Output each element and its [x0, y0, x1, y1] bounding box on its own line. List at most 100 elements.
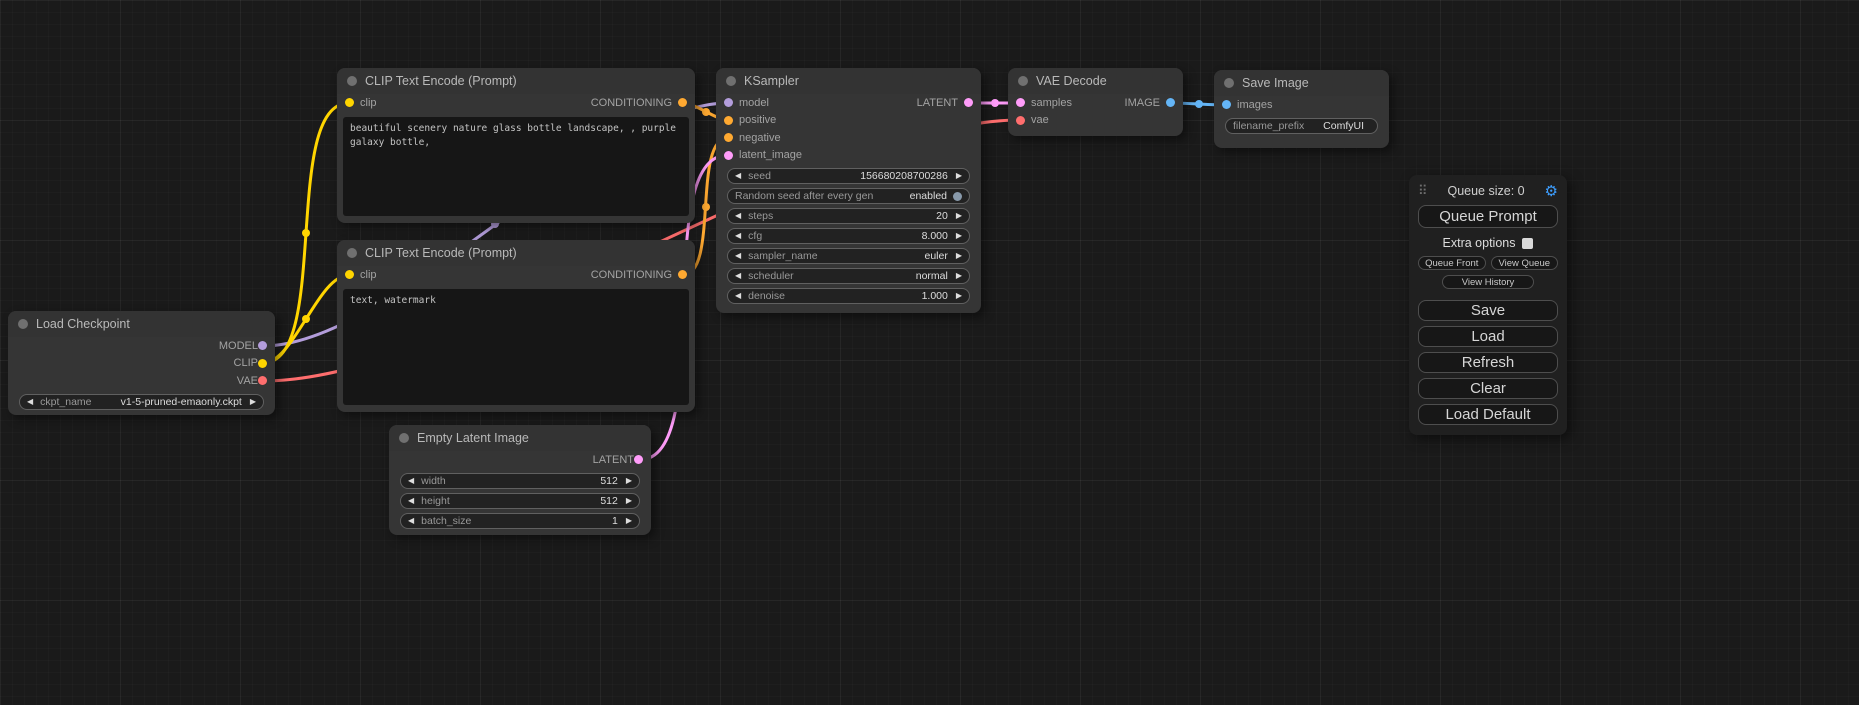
positive-input-port[interactable] [724, 116, 733, 125]
decrement-icon[interactable]: ◀ [735, 172, 741, 180]
node-ksampler[interactable]: KSampler model LATENT positive negative … [716, 68, 981, 313]
increment-icon[interactable]: ▶ [956, 292, 962, 300]
increment-icon[interactable]: ▶ [956, 212, 962, 220]
latent-image-input-port[interactable] [724, 151, 733, 160]
negative-input-port[interactable] [724, 133, 733, 142]
clip-input-port[interactable] [345, 270, 354, 279]
decrement-icon[interactable]: ◀ [735, 232, 741, 240]
increment-icon[interactable]: ▶ [956, 252, 962, 260]
node-clip-text-encode-negative[interactable]: CLIP Text Encode (Prompt) clip CONDITION… [337, 240, 695, 412]
decrement-icon[interactable]: ◀ [408, 517, 414, 525]
seed-control-widget[interactable]: Random seed after every gen enabled [727, 188, 970, 204]
port-row: latent_image [716, 147, 981, 165]
queue-front-button[interactable]: Queue Front [1418, 256, 1486, 270]
settings-gear-icon[interactable]: ⚙ [1545, 184, 1558, 199]
node-title-bar[interactable]: Load Checkpoint [8, 311, 275, 337]
image-output-port[interactable] [1166, 98, 1175, 107]
increment-icon[interactable]: ▶ [626, 477, 632, 485]
node-title-bar[interactable]: CLIP Text Encode (Prompt) [337, 240, 695, 266]
node-collapse-dot[interactable] [18, 319, 28, 329]
negative-prompt-textarea[interactable]: text, watermark [343, 289, 689, 405]
decrement-icon[interactable]: ◀ [735, 272, 741, 280]
node-load-checkpoint[interactable]: Load Checkpoint MODEL CLIP VAE ◀ ckpt_na… [8, 311, 275, 415]
decrement-icon[interactable]: ◀ [27, 398, 33, 406]
images-input-port[interactable] [1222, 100, 1231, 109]
decrement-icon[interactable]: ◀ [408, 497, 414, 505]
node-title-bar[interactable]: Save Image [1214, 70, 1389, 96]
clip-input-port[interactable] [345, 98, 354, 107]
filename-prefix-widget[interactable]: filename_prefix ComfyUI [1225, 118, 1378, 134]
refresh-button[interactable]: Refresh [1418, 352, 1558, 373]
link-midpoint-dot [302, 315, 310, 323]
node-clip-text-encode-positive[interactable]: CLIP Text Encode (Prompt) clip CONDITION… [337, 68, 695, 223]
increment-icon[interactable]: ▶ [626, 517, 632, 525]
latent-output-port[interactable] [634, 455, 643, 464]
decrement-icon[interactable]: ◀ [735, 252, 741, 260]
node-title: Load Checkpoint [36, 317, 130, 331]
widget-value: enabled [910, 190, 947, 202]
model-input-port[interactable] [724, 98, 733, 107]
width-widget[interactable]: ◀ width 512 ▶ [400, 473, 640, 489]
samples-input-port[interactable] [1016, 98, 1025, 107]
clear-button[interactable]: Clear [1418, 378, 1558, 399]
decrement-icon[interactable]: ◀ [735, 292, 741, 300]
queue-prompt-button[interactable]: Queue Prompt [1418, 205, 1558, 228]
scheduler-widget[interactable]: ◀ scheduler normal ▶ [727, 268, 970, 284]
extra-options-checkbox[interactable] [1522, 238, 1533, 249]
increment-icon[interactable]: ▶ [956, 272, 962, 280]
load-default-button[interactable]: Load Default [1418, 404, 1558, 425]
node-collapse-dot[interactable] [399, 433, 409, 443]
increment-icon[interactable]: ▶ [626, 497, 632, 505]
menu-header: ⠿ Queue size: 0 ⚙ [1418, 182, 1558, 200]
node-title-bar[interactable]: CLIP Text Encode (Prompt) [337, 68, 695, 94]
node-collapse-dot[interactable] [347, 248, 357, 258]
conditioning-output-port[interactable] [678, 270, 687, 279]
node-empty-latent-image[interactable]: Empty Latent Image LATENT ◀ width 512 ▶ … [389, 425, 651, 535]
node-title-bar[interactable]: KSampler [716, 68, 981, 94]
view-queue-button[interactable]: View Queue [1491, 256, 1559, 270]
node-title: CLIP Text Encode (Prompt) [365, 74, 517, 88]
steps-widget[interactable]: ◀ steps 20 ▶ [727, 208, 970, 224]
drag-handle-icon[interactable]: ⠿ [1418, 183, 1428, 199]
widget-value: euler [924, 250, 947, 262]
node-collapse-dot[interactable] [726, 76, 736, 86]
model-output-port[interactable] [258, 341, 267, 350]
node-collapse-dot[interactable] [347, 76, 357, 86]
decrement-icon[interactable]: ◀ [735, 212, 741, 220]
denoise-widget[interactable]: ◀ denoise 1.000 ▶ [727, 288, 970, 304]
node-title-bar[interactable]: Empty Latent Image [389, 425, 651, 451]
widget-value: 1.000 [922, 290, 948, 302]
sampler-name-widget[interactable]: ◀ sampler_name euler ▶ [727, 248, 970, 264]
view-history-button[interactable]: View History [1442, 275, 1534, 289]
clip-output-port[interactable] [258, 359, 267, 368]
port-label: clip [360, 97, 377, 109]
port-label: LATENT [593, 454, 634, 466]
batch-size-widget[interactable]: ◀ batch_size 1 ▶ [400, 513, 640, 529]
load-button[interactable]: Load [1418, 326, 1558, 347]
toggle-indicator[interactable] [953, 192, 962, 201]
cfg-widget[interactable]: ◀ cfg 8.000 ▶ [727, 228, 970, 244]
port-row: LATENT [389, 451, 651, 469]
save-button[interactable]: Save [1418, 300, 1558, 321]
increment-icon[interactable]: ▶ [250, 398, 256, 406]
conditioning-output-port[interactable] [678, 98, 687, 107]
input-positive: positive [724, 114, 776, 126]
ckpt-name-widget[interactable]: ◀ ckpt_name v1-5-pruned-emaonly.ckpt ▶ [19, 394, 264, 410]
node-title: Empty Latent Image [417, 431, 529, 445]
node-collapse-dot[interactable] [1018, 76, 1028, 86]
increment-icon[interactable]: ▶ [956, 232, 962, 240]
input-clip: clip [345, 269, 377, 281]
vae-input-port[interactable] [1016, 116, 1025, 125]
height-widget[interactable]: ◀ height 512 ▶ [400, 493, 640, 509]
node-collapse-dot[interactable] [1224, 78, 1234, 88]
node-title-bar[interactable]: VAE Decode [1008, 68, 1183, 94]
increment-icon[interactable]: ▶ [956, 172, 962, 180]
decrement-icon[interactable]: ◀ [408, 477, 414, 485]
latent-output-port[interactable] [964, 98, 973, 107]
seed-widget[interactable]: ◀ seed 156680208700286 ▶ [727, 168, 970, 184]
widget-value: 20 [936, 210, 948, 222]
node-vae-decode[interactable]: VAE Decode samples IMAGE vae [1008, 68, 1183, 136]
vae-output-port[interactable] [258, 376, 267, 385]
node-save-image[interactable]: Save Image images filename_prefix ComfyU… [1214, 70, 1389, 148]
positive-prompt-textarea[interactable]: beautiful scenery nature glass bottle la… [343, 117, 689, 216]
